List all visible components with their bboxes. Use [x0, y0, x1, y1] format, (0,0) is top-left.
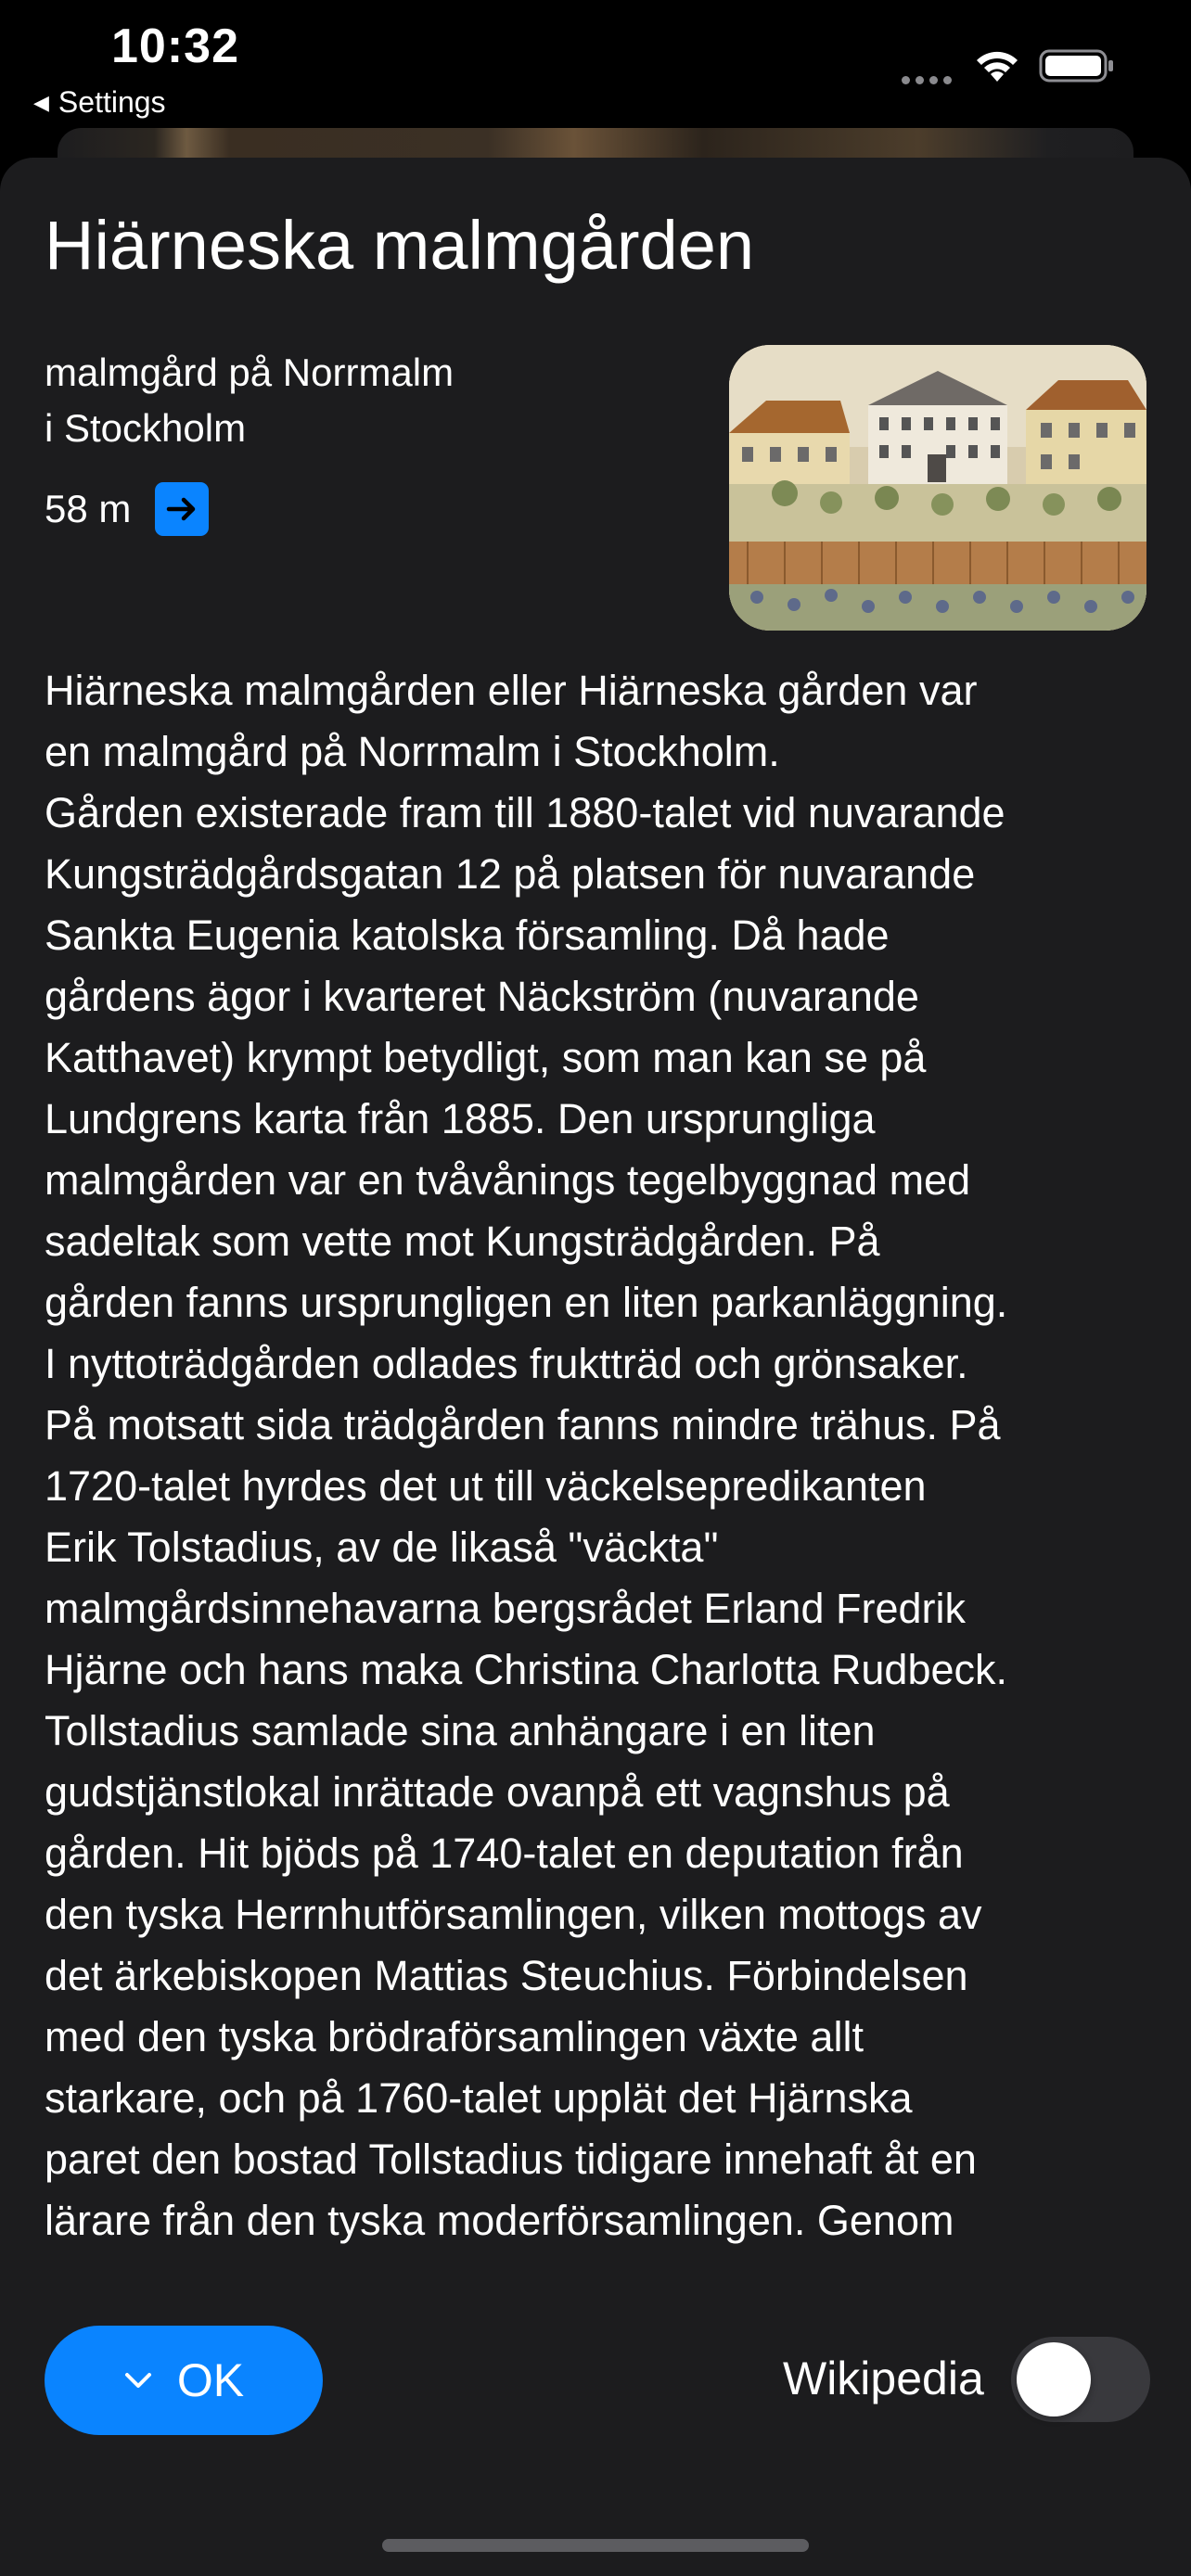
cellular-signal-icon	[902, 76, 952, 84]
place-subtitle: malmgård på Norrmalm i Stockholm	[45, 345, 527, 456]
article-text: Hiärneska malmgården eller Hiärneska går…	[45, 660, 1158, 2255]
article-line: malmgårdsinnehavarna bergsrådet Erland F…	[45, 1585, 966, 1632]
historic-painting-image	[729, 345, 1146, 631]
home-indicator	[382, 2539, 809, 2552]
article-line: starkare, och på 1760-talet upplät det H…	[45, 2074, 913, 2122]
back-app-label: Settings	[58, 85, 166, 119]
article-line: det ärkebiskopen Mattias Steuchius. Förb…	[45, 1952, 968, 1999]
wikipedia-label: Wikipedia	[783, 2353, 984, 2404]
article-line: Lundgrens karta från 1885. Den ursprungl…	[45, 1095, 876, 1142]
place-thumbnail[interactable]	[729, 345, 1146, 631]
article-line: Gården existerade fram till 1880-talet v…	[45, 789, 1005, 836]
article-line: gårdens ägor i kvarteret Näckström (nuva…	[45, 973, 919, 1020]
article-line: 1720-talet hyrdes det ut till väckelsepr…	[45, 1462, 927, 1510]
subtitle-line: malmgård på Norrmalm	[45, 351, 455, 394]
article-line: Kungsträdgårdsgatan 12 på platsen för nu…	[45, 850, 976, 898]
back-to-app-link[interactable]: ◀ Settings	[33, 85, 166, 120]
article-line: I nyttoträdgården odlades fruktträd och …	[45, 1340, 968, 1387]
chevron-down-icon	[124, 2373, 151, 2388]
article-line: den tyska Herrnhutförsamlingen, vilken m…	[45, 1891, 982, 1938]
wikipedia-toggle[interactable]	[1011, 2337, 1150, 2422]
subtitle-line: i Stockholm	[45, 406, 247, 450]
article-line: Erik Tolstadius, av de likaså "väckta"	[45, 1524, 719, 1571]
article-line: Katthavet) krympt betydligt, som man kan…	[45, 1034, 927, 1081]
article-line: gården fanns ursprungligen en liten park…	[45, 1279, 1008, 1326]
article-line: Sankta Eugenia katolska församling. Då h…	[45, 912, 890, 959]
ok-button-label: OK	[176, 2354, 245, 2406]
back-triangle-icon: ◀	[33, 90, 49, 114]
article-line: med den tyska brödraförsamlingen växte a…	[45, 2013, 864, 2060]
distance-label: 58 m	[45, 487, 132, 530]
article-line: lärare från den tyska moderförsamlingen.…	[45, 2197, 954, 2244]
article-line: Tollstadius samlade sina anhängare i en …	[45, 1707, 876, 1754]
place-title: Hiärneska malmgården	[45, 207, 755, 284]
article-line: gården. Hit bjöds på 1740-talet en deput…	[45, 1830, 964, 1877]
toggle-knob	[1017, 2342, 1091, 2417]
article-line: gudstjänstlokal inrättade ovanpå ett vag…	[45, 1768, 950, 1816]
distance-row: 58 m	[45, 482, 210, 536]
article-line: Hiärneska malmgården eller Hiärneska går…	[45, 667, 978, 714]
article-line: en malmgård på Norrmalm i Stockholm.	[45, 728, 780, 775]
status-time: 10:32	[111, 19, 239, 73]
wifi-icon	[977, 51, 1018, 82]
status-bar: 10:32 ◀ Settings	[0, 0, 1191, 130]
directions-arrow-button[interactable]	[155, 482, 210, 536]
article-line: Hjärne och hans maka Christina Charlotta…	[45, 1646, 1008, 1693]
arrow-right-icon	[167, 497, 196, 521]
article-line: malmgården var en tvåvånings tegelbyggna…	[45, 1156, 971, 1204]
battery-icon	[1039, 49, 1113, 83]
ok-button[interactable]: OK	[45, 2326, 323, 2435]
article-line: sadeltak som vette mot Kungsträdgården. …	[45, 1218, 880, 1265]
article-line: På motsatt sida trädgården fanns mindre …	[45, 1401, 1001, 1448]
article-line: paret den bostad Tollstadius tidigare in…	[45, 2136, 977, 2183]
